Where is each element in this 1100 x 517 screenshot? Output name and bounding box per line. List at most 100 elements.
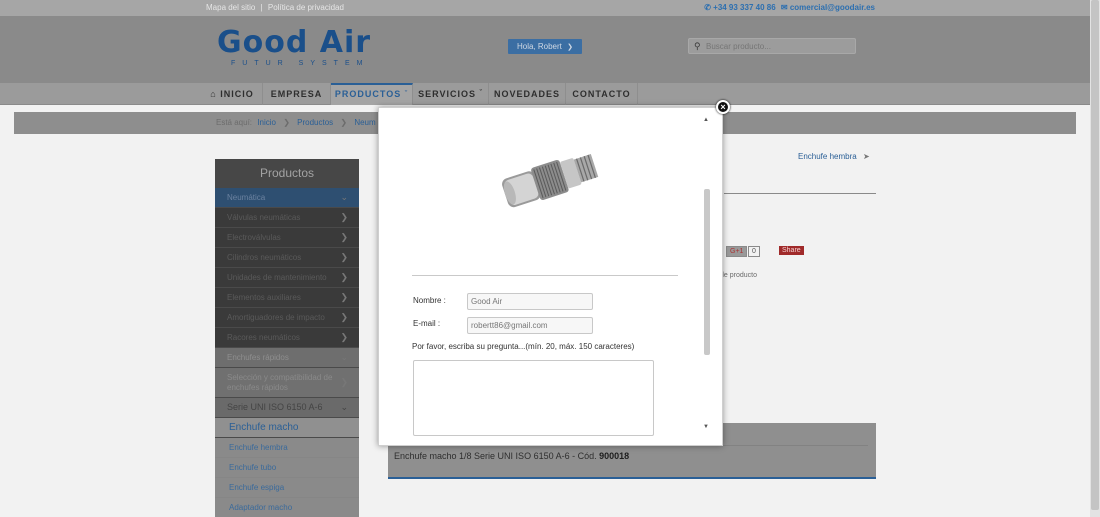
sidebar-item-valvulas[interactable]: Válvulas neumáticas ❯ <box>215 208 359 228</box>
sidebar-item-label: Enchufes rápidos <box>227 353 289 362</box>
chevron-right-icon: ❯ <box>340 377 348 387</box>
share-button[interactable]: Share <box>779 246 804 255</box>
sidebar: Productos Neumática ⌄ Válvulas neumática… <box>215 159 359 517</box>
nav-productos[interactable]: PRODUCTOS ˇ <box>331 83 413 105</box>
chevron-right-icon: ❯ <box>340 212 348 222</box>
mail-icon: ✉ <box>780 3 788 12</box>
modal-divider <box>412 275 678 276</box>
logo-tagline: FUTUR SYSTEM <box>231 60 370 67</box>
nav-empresa[interactable]: EMPRESA <box>263 83 331 105</box>
sidebar-item-neumatica[interactable]: Neumática ⌄ <box>215 188 359 208</box>
chevron-right-icon: ❯ <box>283 118 290 127</box>
page-scrollbar[interactable] <box>1090 0 1100 517</box>
gplus-button[interactable]: G+1 <box>726 246 748 257</box>
header: Good Air FUTUR SYSTEM Hola, Robert ❯ ⚲ <box>0 16 1090 82</box>
chevron-down-icon: ❯ <box>567 44 574 51</box>
gplus-count: 0 <box>748 246 760 257</box>
chevron-down-icon: ⌄ <box>340 192 348 202</box>
sidebar-item-label: Elementos auxiliares <box>227 293 301 302</box>
product-image <box>475 118 631 268</box>
next-product-link[interactable]: Enchufe hembra ➤ <box>798 152 870 161</box>
arrow-right-icon: ➤ <box>862 152 870 161</box>
sidebar-item-enchufe-tubo[interactable]: Enchufe tubo <box>215 458 359 478</box>
nav-servicios-label: SERVICIOS <box>418 89 476 99</box>
search-box[interactable]: ⚲ <box>688 38 856 54</box>
sidebar-item-cilindros[interactable]: Cilindros neumáticos ❯ <box>215 248 359 268</box>
close-icon[interactable]: × <box>716 100 730 114</box>
product-note: de producto <box>720 272 757 279</box>
search-icon[interactable]: ⚲ <box>694 41 701 52</box>
divider <box>724 193 876 194</box>
top-contact: ✆ +34 93 337 40 86 ✉ comercial@goodair.e… <box>704 3 875 12</box>
sidebar-item-adaptador-macho[interactable]: Adaptador macho <box>215 498 359 517</box>
nav-novedades[interactable]: NOVEDADES <box>489 83 566 105</box>
chevron-right-icon: ❯ <box>340 332 348 342</box>
chevron-down-icon: ˇ <box>479 90 483 97</box>
sidebar-item-label: Neumática <box>227 193 266 202</box>
sidebar-item-label: Enchufe macho <box>229 422 299 433</box>
phone-icon: ✆ <box>704 3 711 12</box>
email-field[interactable]: robertt86@gmail.com <box>467 317 593 334</box>
chevron-down-icon: ˇ <box>404 91 409 98</box>
sidebar-item-label: Racores neumáticos <box>227 333 300 342</box>
home-icon: ⌂ <box>210 89 217 99</box>
sidebar-item-label: Enchufe hembra <box>229 443 288 452</box>
sidebar-item-serie-uni[interactable]: Serie UNI ISO 6150 A-6 ⌄ <box>215 398 359 418</box>
sidebar-item-enchufe-macho[interactable]: Enchufe macho <box>215 418 359 438</box>
modal-scrollbar-thumb[interactable] <box>704 189 710 355</box>
top-bar: Mapa del sitio | Política de privacidad … <box>0 0 1090 16</box>
sidebar-item-amortiguadores[interactable]: Amortiguadores de impacto ❯ <box>215 308 359 328</box>
nav-contacto[interactable]: CONTACTO <box>566 83 638 105</box>
sidebar-item-label: Electroválvulas <box>227 233 281 242</box>
product-code: 900018 <box>599 451 630 461</box>
email-label: E-mail : <box>413 319 441 328</box>
description-text: Enchufe macho 1/8 Serie UNI ISO 6150 A-6… <box>394 451 597 461</box>
sidebar-item-label: Enchufe tubo <box>229 463 277 472</box>
logo[interactable]: Good Air FUTUR SYSTEM <box>217 28 371 68</box>
name-label: Nombre : <box>413 296 446 305</box>
nav-servicios[interactable]: SERVICIOS ˇ <box>413 83 489 105</box>
sidebar-item-electrovalvulas[interactable]: Electroválvulas ❯ <box>215 228 359 248</box>
sitemap-link[interactable]: Mapa del sitio <box>206 3 255 12</box>
sidebar-item-label: Adaptador macho <box>229 503 293 512</box>
privacy-link[interactable]: Política de privacidad <box>268 3 344 12</box>
question-textarea[interactable] <box>413 360 654 436</box>
chevron-right-icon: ❯ <box>340 118 348 127</box>
page-scrollbar-thumb[interactable] <box>1091 0 1099 510</box>
sidebar-item-label: Selección y compatibilidad de enchufes r… <box>227 373 333 392</box>
chevron-right-icon: ❯ <box>340 312 348 322</box>
next-product-label: Enchufe hembra <box>798 152 857 161</box>
search-input[interactable] <box>706 40 851 52</box>
sidebar-item-label: Enchufe espiga <box>229 483 285 492</box>
name-field[interactable]: Good Air <box>467 293 593 310</box>
sidebar-item-seleccion[interactable]: Selección y compatibilidad de enchufes r… <box>215 368 359 398</box>
scroll-up-icon[interactable]: ▲ <box>703 117 709 123</box>
scroll-down-icon[interactable]: ▼ <box>703 424 709 430</box>
main-nav: ⌂ INICIO EMPRESA PRODUCTOS ˇ SERVICIOS ˇ… <box>0 82 1090 105</box>
breadcrumb-neumatica[interactable]: Neum <box>354 118 375 127</box>
top-links: Mapa del sitio | Política de privacidad <box>206 3 344 12</box>
phone-number[interactable]: +34 93 337 40 86 <box>713 3 776 12</box>
sidebar-item-racores[interactable]: Racores neumáticos ❯ <box>215 328 359 348</box>
sidebar-item-label: Válvulas neumáticas <box>227 213 301 222</box>
email-link[interactable]: comercial@goodair.es <box>790 3 875 12</box>
chevron-down-icon: ⌄ <box>340 402 348 412</box>
sidebar-item-enchufe-hembra[interactable]: Enchufe hembra <box>215 438 359 458</box>
sidebar-item-enchufes[interactable]: Enchufes rápidos ⌄ <box>215 348 359 368</box>
breadcrumb-inicio[interactable]: Inicio <box>257 118 276 127</box>
nav-empresa-label: EMPRESA <box>270 89 323 99</box>
sidebar-item-enchufe-espiga[interactable]: Enchufe espiga <box>215 478 359 498</box>
sidebar-item-label: Serie UNI ISO 6150 A-6 <box>227 402 323 412</box>
top-links-separator: | <box>260 3 263 12</box>
modal-scrollbar[interactable]: ▲ ▼ <box>703 117 711 437</box>
sidebar-title: Productos <box>215 159 359 188</box>
breadcrumb-productos[interactable]: Productos <box>297 118 333 127</box>
question-prompt: Por favor, escriba su pregunta...(mín. 2… <box>412 342 635 351</box>
nav-inicio[interactable]: ⌂ INICIO <box>202 83 263 105</box>
sidebar-item-unidades[interactable]: Unidades de mantenimiento ❯ <box>215 268 359 288</box>
sidebar-item-elementos[interactable]: Elementos auxiliares ❯ <box>215 288 359 308</box>
user-menu-button[interactable]: Hola, Robert ❯ <box>508 39 582 54</box>
nav-inicio-label: INICIO <box>220 89 254 99</box>
nav-productos-label: PRODUCTOS <box>334 89 402 99</box>
chevron-right-icon: ❯ <box>340 292 348 302</box>
